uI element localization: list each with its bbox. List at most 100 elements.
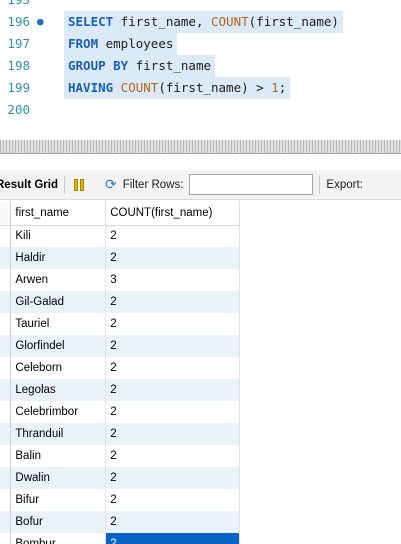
table-row[interactable]: Glorfindel 2 — [0, 335, 240, 357]
row-header[interactable] — [0, 379, 12, 401]
result-toolbar: Result Grid ⟳ Filter Rows: Export: — [0, 170, 401, 200]
cell-first-name[interactable]: Kili — [10, 225, 107, 247]
grid-header-row: first_name COUNT(first_name) — [0, 201, 240, 226]
table-row[interactable]: Kili 2 — [0, 225, 240, 247]
table-row[interactable]: Bifur 2 — [0, 489, 240, 511]
cell-count[interactable]: 2 — [105, 423, 240, 445]
code-line[interactable]: 198 GROUP BY first_name — [0, 55, 401, 77]
table-row[interactable]: Dwalin 2 — [0, 467, 240, 489]
line-number: 198 — [7, 58, 30, 73]
row-header[interactable] — [0, 489, 12, 511]
code-line[interactable]: 200 — [0, 99, 401, 121]
table-row[interactable]: Haldir 2 — [0, 247, 240, 269]
line-number: 200 — [7, 102, 30, 117]
table-row[interactable]: Tauriel 2 — [0, 313, 240, 335]
filter-rows-input[interactable] — [189, 174, 314, 195]
cell-count[interactable]: 2 — [105, 379, 240, 401]
row-header[interactable] — [0, 225, 12, 247]
line-number: 196 — [7, 14, 30, 29]
panel-splitter[interactable] — [0, 140, 401, 154]
row-header[interactable] — [0, 247, 12, 269]
row-header[interactable] — [0, 269, 12, 291]
statement-marker-icon: ● — [37, 15, 44, 28]
cell-count[interactable]: 2 — [105, 467, 240, 489]
code-line[interactable]: 195 — [0, 0, 401, 11]
cell-count[interactable]: 2 — [105, 357, 240, 379]
row-header[interactable] — [0, 313, 12, 335]
cell-count[interactable]: 3 — [105, 269, 240, 291]
row-header[interactable] — [0, 423, 12, 445]
code-line[interactable]: 196 ● SELECT first_name, COUNT(first_name) — [0, 11, 401, 33]
code-token: first_name, — [113, 14, 211, 29]
code-text: FROM employees — [64, 33, 178, 55]
cell-count[interactable]: 2 — [105, 489, 240, 511]
table-row[interactable]: Balin 2 — [0, 445, 240, 467]
code-token: first_name — [128, 58, 212, 73]
code-text: GROUP BY first_name — [64, 55, 216, 77]
cell-first-name[interactable]: Legolas — [10, 379, 107, 401]
cell-count[interactable]: 2 — [105, 247, 240, 269]
cell-first-name[interactable]: Gil-Galad — [10, 291, 107, 313]
table-row[interactable]: Bombur 2 — [0, 533, 240, 544]
column-header-first-name[interactable]: first_name — [10, 201, 107, 226]
table-row[interactable]: Celeborn 2 — [0, 357, 240, 379]
export-button[interactable]: Export: — [326, 179, 362, 191]
cell-first-name[interactable]: Celebrimbor — [10, 401, 107, 423]
cell-first-name[interactable]: Bombur — [10, 533, 107, 544]
cell-count[interactable]: 2 — [105, 401, 240, 423]
row-header[interactable] — [0, 511, 12, 533]
code-token: (first_name) — [248, 14, 339, 29]
cell-first-name[interactable]: Glorfindel — [10, 335, 107, 357]
code-token: employees — [98, 36, 174, 51]
row-header[interactable] — [0, 445, 12, 467]
cell-first-name[interactable]: Tauriel — [10, 313, 107, 335]
table-row[interactable]: Celebrimbor 2 — [0, 401, 240, 423]
cell-first-name[interactable]: Bifur — [10, 489, 107, 511]
code-line[interactable]: 197 FROM employees — [0, 33, 401, 55]
cell-first-name[interactable]: Celeborn — [10, 357, 107, 379]
code-token: HAVING — [68, 80, 114, 95]
cell-count[interactable]: 2 — [105, 291, 240, 313]
line-number: 195 — [0, 0, 30, 11]
cell-count[interactable]: 2 — [105, 445, 240, 467]
line-number: 199 — [7, 80, 30, 95]
row-header[interactable] — [0, 335, 12, 357]
row-header[interactable] — [0, 467, 12, 489]
cell-count[interactable]: 2 — [105, 533, 240, 544]
cell-first-name[interactable]: Balin — [10, 445, 107, 467]
code-token: FROM — [68, 36, 99, 51]
grid-view-icon[interactable] — [73, 178, 89, 192]
cell-first-name[interactable]: Haldir — [10, 247, 107, 269]
cell-count[interactable]: 2 — [105, 313, 240, 335]
table-row[interactable]: Gil-Galad 2 — [0, 291, 240, 313]
cell-count[interactable]: 2 — [105, 225, 240, 247]
cell-count[interactable]: 2 — [105, 335, 240, 357]
code-line[interactable]: 199 HAVING COUNT(first_name) > 1; — [0, 77, 401, 99]
cell-first-name[interactable]: Thranduil — [10, 423, 107, 445]
table-row[interactable]: Legolas 2 — [0, 379, 240, 401]
refresh-icon[interactable]: ⟳ — [105, 176, 117, 193]
column-header-count[interactable]: COUNT(first_name) — [105, 201, 240, 226]
cell-first-name[interactable]: Arwen — [10, 269, 107, 291]
toolbar-divider — [319, 175, 321, 194]
table-row[interactable]: Bofur 2 — [0, 511, 240, 533]
row-header[interactable] — [0, 291, 12, 313]
table-row[interactable]: Thranduil 2 — [0, 423, 240, 445]
row-header[interactable] — [0, 533, 12, 544]
result-grid-tab[interactable]: Result Grid — [0, 179, 58, 191]
code-token: (first_name) > — [158, 80, 272, 95]
row-header[interactable] — [0, 357, 12, 379]
line-number: 197 — [7, 36, 30, 51]
cell-first-name[interactable]: Dwalin — [10, 467, 107, 489]
cell-first-name[interactable]: Bofur — [10, 511, 107, 533]
table-row[interactable]: Arwen 3 — [0, 269, 240, 291]
row-header[interactable] — [0, 401, 12, 423]
filter-rows-label: Filter Rows: — [122, 178, 184, 191]
code-token: COUNT — [211, 14, 249, 29]
code-token: 1 — [271, 80, 279, 95]
cell-count[interactable]: 2 — [105, 511, 240, 533]
code-token: SELECT — [68, 14, 114, 29]
row-header-corner — [0, 201, 12, 226]
sql-editor[interactable]: 195196●SELECT first_name, COUNT(first_na… — [0, 0, 401, 140]
